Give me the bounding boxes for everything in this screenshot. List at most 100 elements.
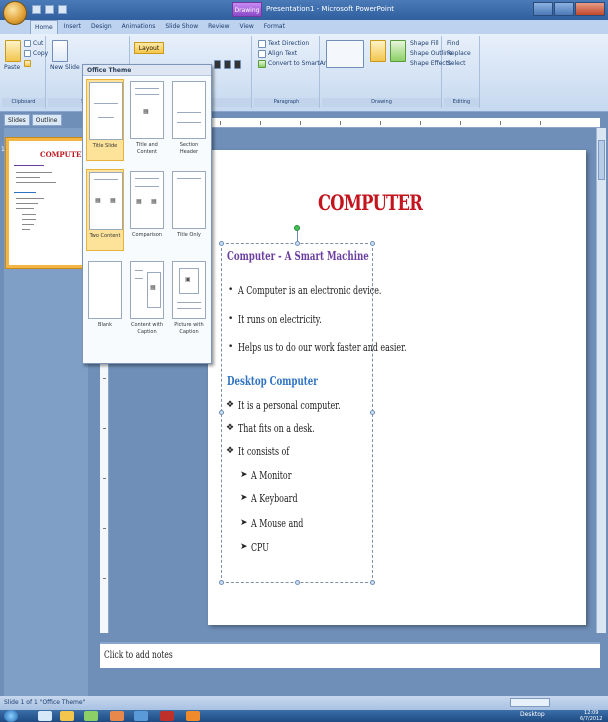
find-label[interactable]: Find [447, 40, 459, 47]
copy-label[interactable]: Copy [33, 50, 48, 57]
bold-icon[interactable] [214, 60, 221, 69]
minimize-button[interactable] [533, 2, 553, 16]
select-label[interactable]: Select [447, 60, 466, 67]
scrollbar-thumb[interactable] [598, 140, 605, 180]
bullet-item[interactable]: That fits on a desk. [238, 422, 315, 435]
explorer-icon[interactable] [60, 711, 74, 721]
arrow-bullet-icon: ➤ [240, 542, 248, 552]
tab-view[interactable]: View [236, 20, 258, 34]
layout-label: Blank [98, 322, 112, 328]
replace-label[interactable]: Replace [447, 50, 471, 57]
layout-comparison[interactable]: ▦ ▦ Comparison [128, 169, 166, 251]
align-text-icon[interactable] [258, 50, 266, 58]
drawing-tools-context-tab[interactable]: Drawing Tools [232, 2, 262, 29]
media-player-icon[interactable] [84, 711, 98, 721]
layout-section-header[interactable]: Section Header [170, 79, 208, 161]
quick-styles-icon[interactable] [390, 40, 406, 62]
align-text-label[interactable]: Align Text [268, 50, 297, 57]
slide-title[interactable]: COMPUTER [318, 190, 423, 215]
thumbnail-line [16, 203, 38, 204]
sub-bullet-item[interactable]: A Monitor [251, 469, 291, 482]
new-slide-icon[interactable] [52, 40, 68, 62]
tab-home[interactable]: Home [30, 20, 58, 34]
paste-icon[interactable] [5, 40, 21, 62]
redo-icon[interactable] [58, 5, 67, 14]
powerpoint-icon[interactable] [186, 711, 200, 721]
layout-picture-with-caption[interactable]: ▣ Picture with Caption [170, 259, 208, 341]
resize-handle[interactable] [295, 580, 300, 585]
new-slide-label[interactable]: New Slide [50, 64, 80, 71]
text-direction-label[interactable]: Text Direction [268, 40, 309, 47]
bullet-item[interactable]: Helps us to do our work faster and easie… [238, 341, 407, 354]
resize-handle[interactable] [219, 580, 224, 585]
layout-label: Section Header [179, 142, 199, 155]
notes-placeholder[interactable]: Click to add notes [104, 650, 173, 661]
maximize-button[interactable] [554, 2, 574, 16]
format-painter-icon[interactable] [24, 60, 31, 67]
bullet-item[interactable]: A Computer is an electronic device. [238, 284, 381, 297]
paint-icon[interactable] [110, 711, 124, 721]
shapes-gallery-icon[interactable] [326, 40, 364, 68]
convert-smartart-icon[interactable] [258, 60, 266, 68]
layout-two-content[interactable]: ▦ ▦ Two Content [86, 169, 124, 251]
heading-desktop-computer[interactable]: Desktop Computer [227, 374, 318, 388]
bullet-dot-icon: • [228, 342, 234, 352]
convert-smartart-label[interactable]: Convert to SmartArt [268, 60, 329, 67]
thumbnail-line [14, 165, 44, 166]
tab-outline[interactable]: Outline [31, 114, 62, 126]
layout-blank[interactable]: Blank [86, 259, 124, 341]
ie-icon[interactable] [38, 711, 52, 721]
layout-title-only[interactable]: Title Only [170, 169, 208, 251]
tab-design[interactable]: Design [87, 20, 116, 34]
italic-icon[interactable] [224, 60, 231, 69]
cut-icon[interactable] [24, 40, 31, 47]
text-direction-icon[interactable] [258, 40, 266, 48]
word-icon[interactable] [134, 711, 148, 721]
resize-handle[interactable] [219, 410, 224, 415]
thumbnail-title: COMPUTER [40, 150, 88, 159]
underline-icon[interactable] [234, 60, 241, 69]
window-title: Presentation1 - Microsoft PowerPoint [266, 5, 395, 13]
bullet-item[interactable]: It runs on electricity. [238, 313, 322, 326]
layout-content-with-caption[interactable]: ▦ Content with Caption [128, 259, 166, 341]
layout-title-slide[interactable]: Title Slide [86, 79, 124, 161]
thumbnail-line [16, 182, 56, 183]
editing-group: Find Replace Select Editing [444, 36, 480, 108]
paste-label[interactable]: Paste [4, 64, 20, 71]
acrobat-icon[interactable] [160, 711, 174, 721]
resize-handle[interactable] [295, 241, 300, 246]
office-button[interactable] [3, 1, 27, 25]
heading-smart-machine[interactable]: Computer - A Smart Machine [227, 249, 369, 263]
vertical-scrollbar[interactable] [596, 128, 606, 633]
bullet-item[interactable]: It is a personal computer. [238, 399, 341, 412]
undo-icon[interactable] [45, 5, 54, 14]
tab-insert[interactable]: Insert [60, 20, 85, 34]
save-icon[interactable] [32, 5, 41, 14]
resize-handle[interactable] [219, 241, 224, 246]
close-button[interactable] [575, 2, 605, 16]
resize-handle[interactable] [370, 410, 375, 415]
thumbnail-line [22, 224, 34, 225]
tab-animations[interactable]: Animations [118, 20, 160, 34]
tab-format[interactable]: Format [260, 20, 289, 34]
copy-icon[interactable] [24, 50, 31, 57]
shape-fill-label[interactable]: Shape Fill [410, 40, 439, 47]
tray-desktop-label[interactable]: Desktop [520, 711, 545, 718]
tab-slides[interactable]: Slides [4, 114, 30, 126]
cut-label[interactable]: Cut [33, 40, 43, 47]
tab-review[interactable]: Review [204, 20, 233, 34]
bullet-item[interactable]: It consists of [238, 445, 289, 458]
sub-bullet-item[interactable]: CPU [251, 541, 269, 554]
arrow-bullet-icon: ➤ [240, 493, 248, 503]
arrange-icon[interactable] [370, 40, 386, 62]
tab-slide-show[interactable]: Slide Show [161, 20, 202, 34]
start-button[interactable] [4, 710, 18, 722]
sub-bullet-item[interactable]: A Keyboard [251, 492, 298, 505]
resize-handle[interactable] [370, 580, 375, 585]
rotate-handle[interactable] [294, 225, 300, 231]
sub-bullet-item[interactable]: A Mouse and [251, 517, 303, 530]
layout-title-and-content[interactable]: ▦ Title and Content [128, 79, 166, 161]
resize-handle[interactable] [370, 241, 375, 246]
notes-pane[interactable] [100, 642, 600, 668]
zoom-slider[interactable] [510, 698, 550, 707]
